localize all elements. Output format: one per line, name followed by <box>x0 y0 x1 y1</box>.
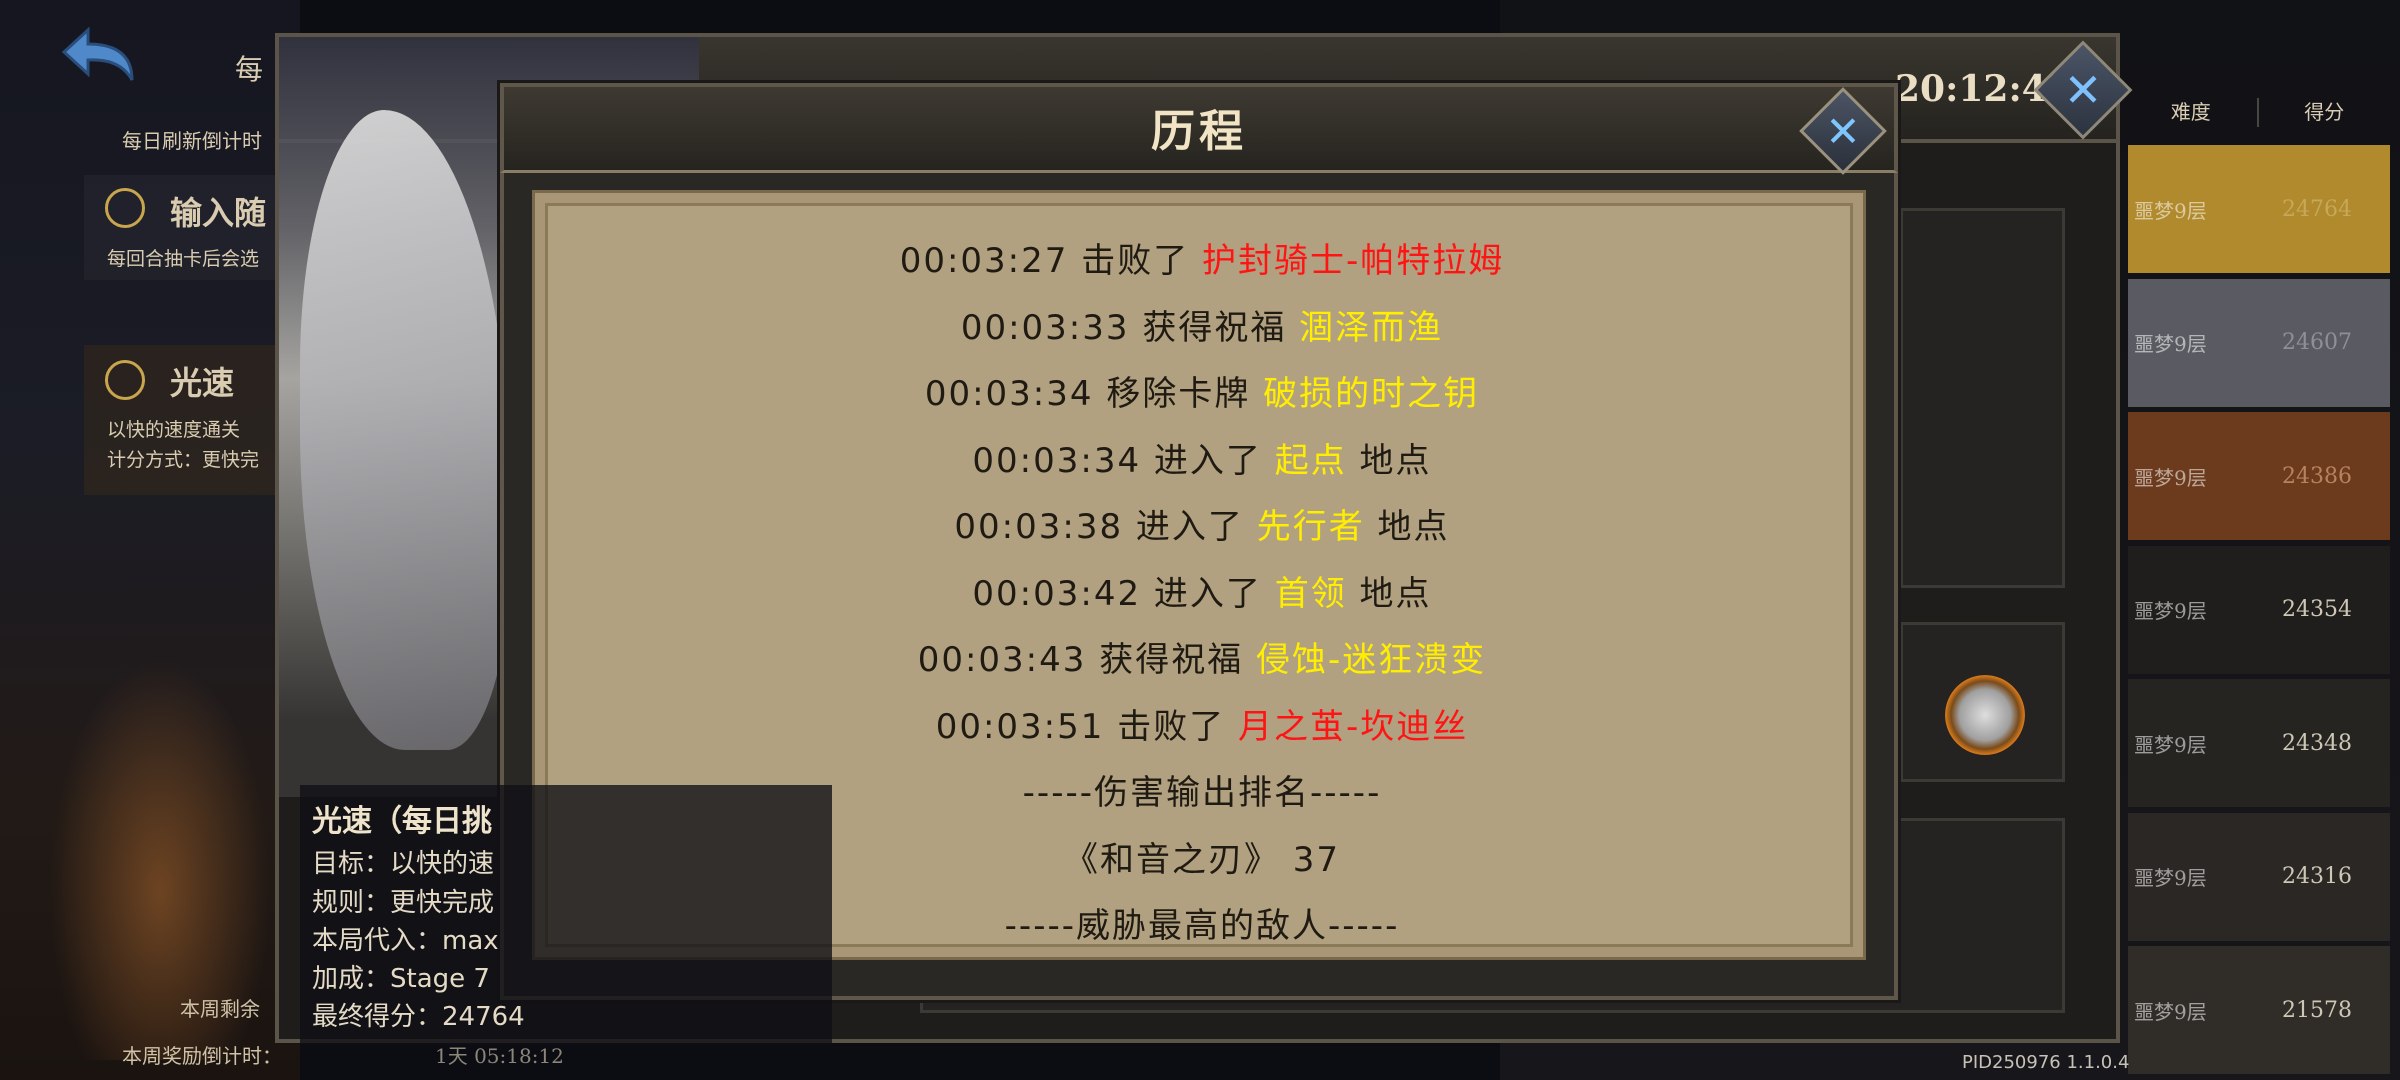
input-mode-icon <box>105 188 145 228</box>
history-line-text: 00:03:43 获得祝福 <box>917 640 1257 680</box>
row-score: 21578 <box>2282 997 2352 1023</box>
history-line: 00:03:34 移除卡牌 破损的时之钥 <box>535 366 1863 415</box>
history-line-text: 00:03:51 击败了 <box>935 706 1239 747</box>
scoreboard-row[interactable]: 噩梦9层 24386 <box>2128 412 2390 540</box>
history-line-text: -----威胁最高的敌人----- <box>1004 906 1400 946</box>
history-line-highlight: 破损的时之钥 <box>1263 374 1480 414</box>
scoreboard-row[interactable]: 噩梦9层 24316 <box>2128 812 2390 941</box>
history-line: 00:03:43 获得祝福 侵蚀-迷狂溃变 <box>535 632 1863 681</box>
scoreboard-row[interactable]: 噩梦9层 24607 <box>2128 278 2390 407</box>
row-score: 24386 <box>2282 463 2352 489</box>
history-line-suffix: 地点 <box>1346 573 1432 614</box>
mode2-title: 光速 <box>170 364 235 402</box>
row-difficulty: 噩梦9层 <box>2134 866 2207 890</box>
scoreboard-row[interactable]: 噩梦9层 24348 <box>2128 679 2390 807</box>
week-left-label: 本周剩余 <box>180 997 260 1021</box>
row-difficulty: 噩梦9层 <box>2134 332 2207 356</box>
row-score: 24354 <box>2282 597 2352 622</box>
mode2-desc-2: 计分方式：更快完 <box>107 449 260 471</box>
history-line-highlight: 起点 <box>1274 440 1347 481</box>
history-line: 00:03:38 进入了 先行者 地点 <box>535 499 1863 548</box>
mid-panel-top <box>1900 208 2065 588</box>
scoreboard-row[interactable]: 噩梦9层 24354 <box>2128 545 2390 674</box>
scoreboard-header: 难度 得分 <box>2125 90 2390 135</box>
history-line-highlight: 侵蚀-迷狂溃变 <box>1256 640 1487 680</box>
history-line-suffix: 地点 <box>1364 507 1450 547</box>
history-line-suffix: 地点 <box>1346 440 1432 481</box>
close-icon[interactable]: ✕ <box>1812 100 1874 162</box>
scoreboard-row[interactable]: 噩梦9层 24764 <box>2128 145 2390 273</box>
run-info-title: 光速（每日挑 <box>312 804 492 839</box>
row-difficulty: 噩梦9层 <box>2134 198 2207 223</box>
lightspeed-mode-icon <box>105 360 145 400</box>
score-column-header: 得分 <box>2304 100 2345 124</box>
row-difficulty: 噩梦9层 <box>2134 732 2207 757</box>
row-difficulty: 噩梦9层 <box>2134 999 2207 1024</box>
final-score: 最终得分：24764 <box>312 1002 525 1032</box>
row-difficulty: 噩梦9层 <box>2134 465 2207 490</box>
run-substitute: 本局代入：max <box>312 926 499 956</box>
back-button[interactable] <box>58 22 144 92</box>
difficulty-column-header: 难度 <box>2170 100 2211 124</box>
run-goal: 目标：以快的速 <box>312 849 495 879</box>
history-line: 00:03:33 获得祝福 涸泽而渔 <box>535 300 1863 349</box>
row-difficulty: 噩梦9层 <box>2134 599 2207 623</box>
scoreboard-row[interactable]: 噩梦9层 21578 <box>2128 946 2390 1074</box>
history-title: 历程 <box>1151 106 1247 157</box>
history-line-text: 《和音之刃》 37 <box>1063 839 1341 880</box>
mode1-desc: 每回合抽卡后会选 <box>107 248 260 270</box>
history-line-highlight: 护封骑士-帕特拉姆 <box>1202 241 1505 281</box>
history-line-text: -----伤害输出排名----- <box>1022 773 1382 813</box>
history-line-highlight: 涸泽而渔 <box>1299 307 1444 348</box>
left-header-title: 每 <box>235 53 264 86</box>
history-line-text: 00:03:27 击败了 <box>899 241 1203 281</box>
mode2-desc-1: 以快的速度通关 <box>107 419 241 441</box>
row-score: 24348 <box>2282 730 2352 756</box>
history-line-text: 00:03:38 进入了 <box>954 507 1257 547</box>
history-line-text: 00:03:33 获得祝福 <box>960 307 1300 348</box>
history-line-text: 00:03:34 进入了 <box>972 440 1275 481</box>
history-line-highlight: 首领 <box>1274 573 1347 614</box>
history-line: 00:03:51 击败了 月之茧-坎迪丝 <box>535 699 1863 748</box>
week-reward-label: 本周奖励倒计时： <box>122 1044 282 1068</box>
refresh-countdown-label: 每日刷新倒计时 <box>122 129 262 153</box>
history-line-highlight: 月之茧-坎迪丝 <box>1238 706 1469 747</box>
version-label: PID250976 1.1.0.4 <box>1962 1052 2130 1073</box>
week-reward-countdown: 1天 05:18:12 <box>435 1044 564 1068</box>
history-line: 00:03:27 击败了 护封骑士-帕特拉姆 <box>535 233 1863 282</box>
history-line-text: 00:03:42 进入了 <box>972 573 1275 614</box>
row-score: 24764 <box>2282 196 2352 222</box>
close-icon[interactable]: ✕ <box>2048 55 2118 125</box>
mode1-title: 输入随 <box>170 194 267 232</box>
run-bonus: 加成：Stage 7 <box>312 964 490 994</box>
medal-icon <box>1945 675 2025 755</box>
history-line-highlight: 先行者 <box>1256 507 1365 547</box>
history-line-text: 00:03:34 移除卡牌 <box>924 374 1264 414</box>
history-line: 00:03:34 进入了 起点 地点 <box>535 433 1863 482</box>
row-score: 24607 <box>2282 330 2352 355</box>
back-arrow-icon <box>61 26 134 81</box>
row-score: 24316 <box>2282 864 2352 889</box>
run-rule: 规则：更快完成 <box>312 888 495 918</box>
history-line: 00:03:42 进入了 首领 地点 <box>535 566 1863 615</box>
